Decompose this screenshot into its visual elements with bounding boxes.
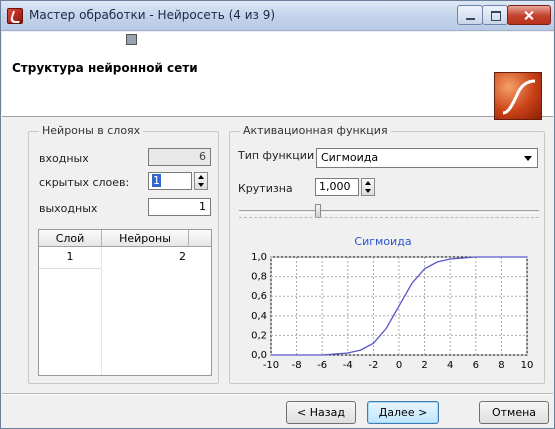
title-bar: Мастер обработки - Нейросеть (4 из 9) [1,1,554,31]
row-gridline [39,268,101,269]
app-logo-icon [494,72,542,120]
page-title: Структура нейронной сети [12,61,198,75]
wizard-header: Структура нейронной сети [2,32,553,120]
activation-group-title: Активационная функция [240,124,391,137]
x-tick-label: -6 [317,360,327,371]
x-tick-label: 6 [473,360,479,371]
x-tick-label: -8 [292,360,302,371]
x-tick-label: -2 [368,360,378,371]
function-type-select[interactable]: Сигмоида [316,148,538,168]
table-cell-layer[interactable]: 1 [39,250,101,263]
column-header-neurons[interactable]: Нейроны [102,232,188,245]
y-tick-label: 0,6 [251,291,267,302]
hidden-layers-spinner[interactable] [194,172,208,190]
y-tick-label: 0,4 [251,311,267,322]
slider-ticks [239,217,539,220]
hidden-layers-value: 1 [152,174,161,187]
function-type-label: Тип функции [238,149,315,162]
x-tick-label: -4 [343,360,353,371]
output-neurons-field[interactable]: 1 [148,198,211,216]
x-tick-label: 0 [396,360,402,371]
neurons-group-title: Нейроны в слоях [39,124,144,137]
slider-thumb[interactable] [315,204,321,218]
back-button[interactable]: < Назад [286,401,356,424]
slope-spinner[interactable] [361,178,375,196]
footer-separator [2,393,553,395]
y-tick-label: 1,0 [251,252,267,263]
slider-track [239,210,539,213]
close-button[interactable] [507,5,551,25]
table-header: Слой Нейроны [39,230,211,247]
sigmoid-plot: 0,00,20,40,60,81,0-10 -8 -6 -4 -2 0 2 4 6 8 10 [251,252,534,371]
column-header-layer[interactable]: Слой [39,232,101,245]
chevron-down-icon [524,156,532,161]
cancel-button[interactable]: Отмена [479,401,549,424]
input-neurons-label: входных [39,152,89,165]
y-tick-label: 0,8 [251,272,267,283]
output-neurons-label: выходных [39,202,98,215]
layers-table[interactable]: Слой Нейроны 1 2 [38,229,212,376]
x-tick-label: -10 [263,360,279,371]
slope-input[interactable]: 1,000 [315,178,359,196]
slope-slider[interactable] [239,204,539,220]
x-tick-label: 8 [498,360,504,371]
table-cell-neurons[interactable]: 2 [102,250,186,263]
maximize-button[interactable] [482,5,508,25]
window-title: Мастер обработки - Нейросеть (4 из 9) [29,8,276,22]
column-gridline [101,247,102,375]
hidden-layers-label: скрытых слоев: [39,176,130,189]
y-tick-label: 0,2 [251,330,267,341]
minimize-button[interactable] [457,5,483,25]
x-tick-label: 4 [447,360,453,371]
next-button[interactable]: Далее > [367,401,439,424]
column-divider [188,230,189,247]
slope-label: Крутизна [238,182,293,195]
wizard-window: Мастер обработки - Нейросеть (4 из 9) Ст… [0,0,555,429]
pin-icon [126,34,137,45]
plot-title: Сигмоида [354,235,412,248]
x-tick-label: 2 [421,360,427,371]
app-icon [7,8,23,24]
hidden-layers-input[interactable]: 1 [148,172,192,190]
function-type-value: Сигмоида [321,151,379,164]
input-neurons-field: 6 [148,148,211,166]
x-tick-label: 10 [521,360,534,371]
